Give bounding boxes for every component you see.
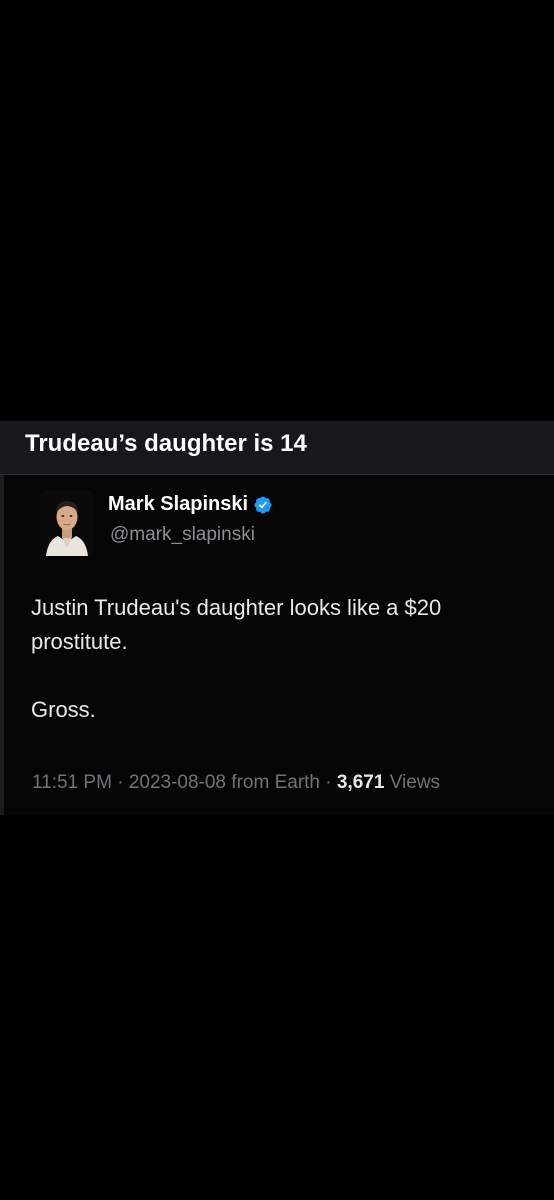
tweet-card[interactable]: Mark Slapinski @mark_slapinski Justin Tr…	[0, 475, 554, 815]
tweet-text: Justin Trudeau's daughter looks like a $…	[31, 591, 536, 727]
tweet-date[interactable]: 2023-08-08	[129, 772, 226, 793]
tweet-text-paragraph: Justin Trudeau's daughter looks like a $…	[31, 595, 442, 654]
meta-separator: ·	[320, 772, 337, 793]
tweet-text-paragraph: Gross.	[31, 697, 96, 722]
page-title: Trudeau’s daughter is 14	[25, 430, 307, 457]
views-count[interactable]: 3,671	[337, 772, 385, 793]
author-handle[interactable]: @mark_slapinski	[110, 524, 255, 546]
avatar[interactable]	[40, 490, 94, 556]
author-display-name[interactable]: Mark Slapinski	[108, 493, 248, 516]
meta-separator: ·	[111, 772, 129, 793]
tweet-meta: 11:51 PM · 2023-08-08 from Earth · 3,671…	[32, 772, 440, 794]
author-name-row: Mark Slapinski	[108, 493, 273, 516]
tweet-time[interactable]: 11:51 PM	[32, 772, 112, 793]
title-bar: Trudeau’s daughter is 14	[0, 421, 554, 475]
tweet-source: from Earth	[226, 772, 320, 793]
verified-badge-icon	[253, 495, 273, 515]
avatar-portrait-icon	[40, 490, 94, 556]
views-label: Views	[384, 772, 441, 793]
